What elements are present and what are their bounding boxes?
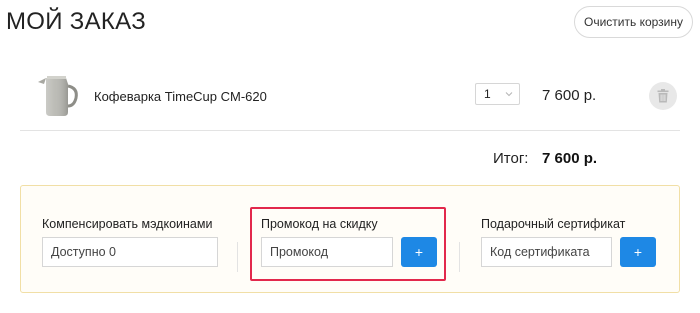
coffee-pot-image (38, 76, 78, 116)
delete-item-button[interactable] (649, 82, 677, 110)
quantity-value: 1 (484, 87, 491, 101)
promocode-highlight-box (250, 207, 446, 281)
cart-divider (20, 130, 680, 131)
clear-cart-button[interactable]: Очистить корзину (574, 6, 693, 38)
certificate-label: Подарочный сертификат (481, 217, 626, 231)
coins-label: Компенсировать мэдкоинами (42, 217, 213, 231)
cart-item-row: Кофеварка TimeCup CM-620 1 7 600 р. (20, 70, 680, 122)
section-divider (237, 242, 238, 272)
product-image[interactable] (32, 70, 88, 120)
product-name[interactable]: Кофеварка TimeCup CM-620 (94, 89, 267, 104)
page-title: МОЙ ЗАКАЗ (6, 8, 146, 35)
certificate-input[interactable]: Код сертификата (481, 237, 612, 267)
section-divider (459, 242, 460, 272)
total-value: 7 600 р. (542, 150, 598, 167)
apply-certificate-button[interactable]: + (620, 237, 656, 267)
chevron-down-icon (505, 92, 513, 97)
item-price: 7 600 р. (542, 87, 597, 104)
total-label: Итог: (493, 150, 529, 167)
quantity-select[interactable]: 1 (475, 83, 520, 105)
coins-input[interactable]: Доступно 0 (42, 237, 218, 267)
trash-icon (657, 89, 669, 103)
